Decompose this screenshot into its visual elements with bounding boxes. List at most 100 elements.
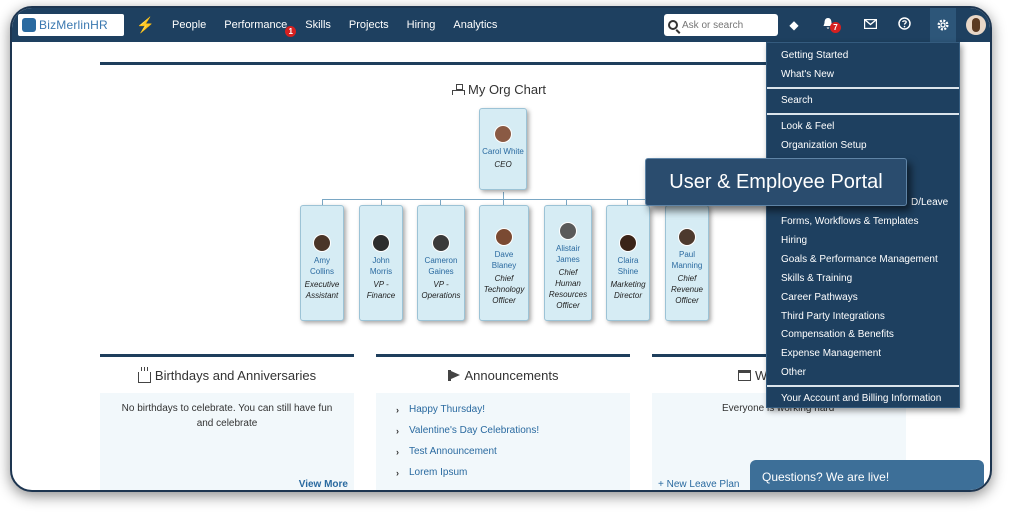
org-card-report[interactable]: Claira Shine Marketing Director: [606, 205, 650, 321]
nav-hiring[interactable]: Hiring: [407, 19, 436, 31]
menu-item-organization-setup[interactable]: Organization Setup: [781, 140, 867, 151]
search-icon: [668, 20, 678, 30]
report-name: John Morris: [369, 256, 393, 276]
org-card-report[interactable]: John Morris VP - Finance: [359, 205, 403, 321]
report-photo: [678, 228, 696, 246]
chevron-right-icon: ›: [396, 425, 399, 436]
announcement-item[interactable]: › Happy Thursday!: [396, 399, 630, 420]
settings-dropdown-menu: Getting Started What's New Search Look &…: [766, 42, 960, 408]
announcements-list: › Happy Thursday! › Valentine's Day Celebr…: [376, 393, 630, 483]
app-logo[interactable]: BizMerlinHR: [18, 14, 124, 36]
nav-analytics[interactable]: Analytics: [453, 19, 497, 31]
report-role: VP - Finance: [366, 280, 396, 300]
org-card-report[interactable]: Paul Manning Chief Revenue Officer: [665, 205, 709, 321]
user-employee-portal-callout[interactable]: User & Employee Portal: [645, 158, 907, 206]
birthdays-panel: Birthdays and Anniversaries No birthdays…: [100, 354, 354, 490]
lightning-icon[interactable]: ⚡: [136, 16, 155, 34]
bell-icon[interactable]: 7: [820, 17, 841, 33]
announcement-link[interactable]: Test Announcement: [409, 446, 497, 457]
new-leave-plan-link[interactable]: + New Leave Plan: [658, 479, 739, 490]
announcement-item[interactable]: › Valentine's Day Celebrations!: [396, 420, 630, 441]
org-chart-icon: [452, 84, 465, 95]
settings-button[interactable]: [930, 8, 956, 42]
performance-badge: 1: [285, 26, 297, 37]
report-name: Dave Blaney: [491, 250, 517, 270]
announcement-link[interactable]: Happy Thursday!: [409, 404, 485, 415]
mail-icon[interactable]: [862, 17, 878, 33]
report-role: Marketing Director: [610, 280, 646, 300]
org-card-report[interactable]: Dave Blaney Chief Technology Officer: [479, 205, 529, 321]
org-chart-title: My Org Chart: [468, 82, 547, 97]
ceo-photo: [494, 125, 512, 143]
menu-item-account-billing[interactable]: Your Account and Billing Information: [781, 393, 941, 404]
menu-item-expense[interactable]: Expense Management: [781, 348, 881, 359]
chat-label: Questions? We are live!: [762, 470, 890, 484]
announcement-item[interactable]: › Test Announcement: [396, 441, 630, 462]
report-name: Paul Manning: [671, 250, 703, 270]
search-input[interactable]: [682, 19, 774, 31]
report-name: Alistair James: [555, 244, 580, 264]
nav-skills[interactable]: Skills: [305, 19, 331, 31]
menu-item-compensation[interactable]: Compensation & Benefits: [781, 329, 894, 340]
app-window: BizMerlinHR ⚡ People Performance 1 Skill…: [10, 6, 992, 492]
gear-icon: [937, 19, 949, 31]
menu-item-getting-started[interactable]: Getting Started: [781, 50, 848, 61]
announcements-title: Announcements: [464, 367, 559, 383]
report-role: Chief Human Resources Officer: [548, 268, 588, 310]
org-connector-horizontal: [322, 199, 686, 200]
org-chart-heading: My Org Chart: [452, 82, 546, 97]
announcement-link[interactable]: Valentine's Day Celebrations!: [409, 425, 539, 436]
nav-projects[interactable]: Projects: [349, 19, 389, 31]
layers-icon[interactable]: ◆: [786, 17, 802, 33]
logo-text: BizMerlinHR: [39, 18, 108, 32]
org-card-report[interactable]: Cameron Gaines VP - Operations: [417, 205, 465, 321]
announcement-link[interactable]: Lorem Ipsum: [409, 467, 467, 478]
calendar-icon: [738, 369, 751, 381]
chevron-right-icon: ›: [396, 446, 399, 457]
menu-item-goals-performance[interactable]: Goals & Performance Management: [781, 254, 938, 265]
menu-item-forms-workflows[interactable]: Forms, Workflows & Templates: [781, 216, 918, 227]
help-circle-icon: [897, 17, 911, 30]
ceo-name: Carol White: [482, 147, 524, 156]
report-photo: [495, 228, 513, 246]
org-section-divider: [100, 62, 796, 65]
org-card-report[interactable]: Amy Collins Executive Assistant: [300, 205, 344, 321]
announcement-item[interactable]: › Lorem Ipsum: [396, 462, 630, 483]
nav-performance[interactable]: Performance 1: [224, 19, 297, 37]
announcements-heading: Announcements: [376, 357, 630, 393]
org-card-report[interactable]: Alistair James Chief Human Resources Off…: [544, 205, 592, 321]
report-photo: [372, 234, 390, 252]
report-photo: [432, 234, 450, 252]
announcements-body: › Happy Thursday! › Valentine's Day Celebr…: [376, 393, 630, 490]
chevron-right-icon: ›: [396, 467, 399, 478]
nav-people[interactable]: People: [172, 19, 206, 31]
callout-text: User & Employee Portal: [669, 170, 883, 193]
menu-item-hiring[interactable]: Hiring: [781, 235, 807, 246]
menu-item-other[interactable]: Other: [781, 367, 806, 378]
report-name: Cameron Gaines: [424, 256, 458, 276]
report-role: Chief Revenue Officer: [670, 274, 704, 305]
user-avatar[interactable]: [966, 15, 986, 35]
birthdays-message: No birthdays to celebrate. You can still…: [121, 403, 333, 429]
nav-performance-label: Performance: [224, 19, 288, 31]
menu-item-career-pathways[interactable]: Career Pathways: [781, 292, 858, 303]
search-box[interactable]: [664, 14, 778, 36]
menu-item-pto-leave[interactable]: D/Leave: [911, 197, 948, 208]
report-photo: [619, 234, 637, 252]
org-card-ceo[interactable]: Carol White CEO: [479, 108, 527, 190]
menu-item-look-feel[interactable]: Look & Feel: [781, 121, 834, 132]
birthdays-title: Birthdays and Anniversaries: [154, 367, 317, 383]
report-name: Claira Shine: [617, 256, 639, 276]
report-role: VP - Operations: [421, 280, 461, 300]
megaphone-icon: [447, 369, 461, 381]
menu-item-third-party[interactable]: Third Party Integrations: [781, 311, 885, 322]
menu-item-skills-training[interactable]: Skills & Training: [781, 273, 852, 284]
live-chat-widget[interactable]: Questions? We are live!: [750, 460, 984, 490]
menu-item-search[interactable]: Search: [781, 95, 813, 106]
report-role: Executive Assistant: [304, 280, 340, 300]
menu-item-whats-new[interactable]: What's New: [781, 69, 834, 80]
help-icon[interactable]: [896, 17, 912, 33]
menu-separator: [767, 113, 959, 115]
view-more-link[interactable]: View More: [299, 479, 348, 490]
top-navbar: BizMerlinHR ⚡ People Performance 1 Skill…: [12, 8, 990, 42]
